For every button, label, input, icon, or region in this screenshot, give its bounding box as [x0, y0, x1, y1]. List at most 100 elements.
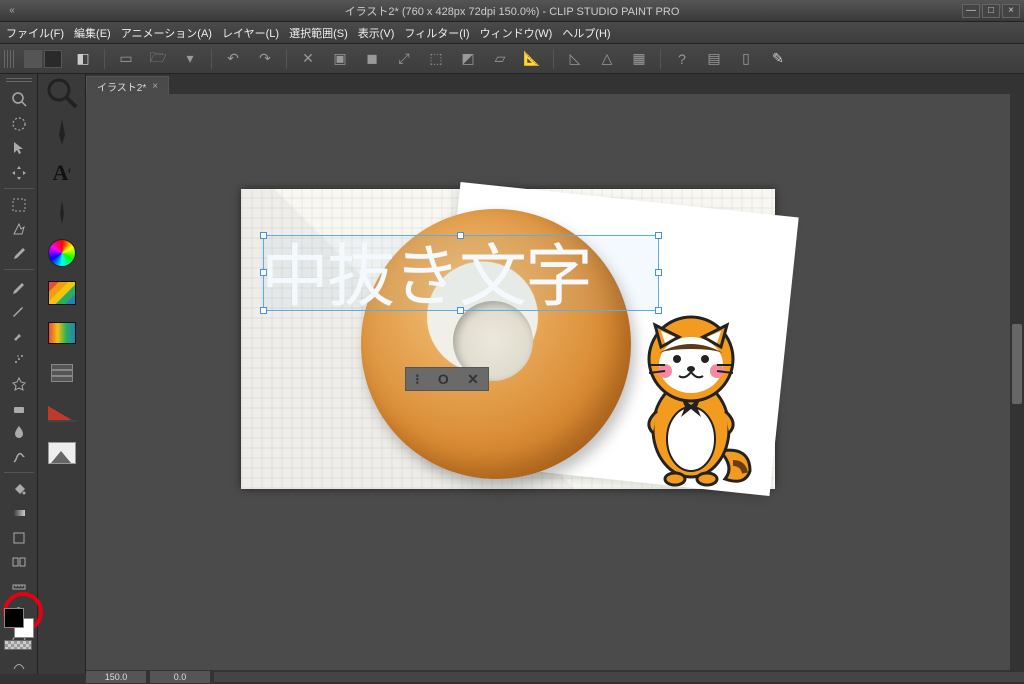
snap-special-icon[interactable]: △	[596, 48, 618, 70]
document-tab[interactable]: イラスト2* ×	[86, 76, 169, 94]
eraser-tool-icon[interactable]	[5, 399, 33, 416]
thin-pen-subtool-icon[interactable]	[45, 196, 79, 230]
new-file-icon[interactable]: ▭	[115, 48, 137, 70]
brush-tool-icon[interactable]	[5, 326, 33, 343]
resize-handle-mid-right[interactable]	[655, 269, 662, 276]
snap-ruler-icon[interactable]: ◺	[564, 48, 586, 70]
gradient-palette-icon[interactable]	[45, 316, 79, 350]
pen-tool-icon[interactable]	[5, 277, 33, 294]
text-selection-box[interactable]	[263, 235, 659, 311]
horizontal-scrollbar[interactable]	[214, 672, 1024, 682]
menu-animation[interactable]: アニメーション(A)	[121, 25, 212, 41]
save-file-icon[interactable]: ▾	[179, 48, 201, 70]
vertical-scroll-thumb[interactable]	[1012, 324, 1022, 404]
minimize-button[interactable]: —	[962, 4, 980, 18]
airbrush-tool-icon[interactable]	[5, 350, 33, 367]
resize-handle-bottom-left[interactable]	[260, 307, 267, 314]
menu-help[interactable]: ヘルプ(H)	[562, 25, 610, 41]
resize-handle-top-mid[interactable]	[457, 232, 464, 239]
menu-window[interactable]: ウィンドウ(W)	[480, 25, 553, 41]
zoom-value[interactable]: 150.0	[86, 671, 146, 683]
command-bar: ◧ ▭ 🗁 ▾ ↶ ↷ ✕ ▣ ◼ ⤢ ⬚ ◩ ▱ 📐 ◺ △ ▦ ? ▤ ▯ …	[0, 44, 1024, 74]
confirm-ok-icon[interactable]: O	[438, 371, 449, 387]
ruler-icon[interactable]: 📐	[521, 48, 543, 70]
foreground-background-swatch[interactable]	[4, 608, 34, 638]
menu-file[interactable]: ファイル(F)	[6, 25, 64, 41]
scale-icon[interactable]: ⤢	[393, 48, 415, 70]
move-tool-icon[interactable]	[5, 115, 33, 132]
menu-selection[interactable]: 選択範囲(S)	[289, 25, 348, 41]
fill-icon[interactable]: ◼	[361, 48, 383, 70]
subview-palette-icon[interactable]	[45, 436, 79, 470]
view-mode-grid-icon[interactable]	[24, 50, 42, 68]
view-mode-single-icon[interactable]	[44, 50, 62, 68]
transparent-swatch[interactable]	[4, 640, 32, 650]
commandbar-grip[interactable]	[4, 50, 14, 68]
separator	[104, 49, 105, 69]
color-swatches[interactable]	[4, 608, 36, 650]
magnifier-subtool-icon[interactable]	[45, 76, 79, 110]
canvas[interactable]: 中抜き文字 ⁝ O ✕	[241, 189, 775, 489]
angle-value[interactable]: 0.0	[150, 671, 210, 683]
color-wheel-icon[interactable]	[45, 236, 79, 270]
view-mode-switch[interactable]	[24, 50, 62, 68]
open-file-icon[interactable]: 🗁	[147, 48, 169, 70]
operation-tool-icon[interactable]	[5, 140, 33, 157]
undo-icon[interactable]: ↶	[222, 48, 244, 70]
resize-handle-mid-left[interactable]	[260, 269, 267, 276]
frame-tool-icon[interactable]	[5, 553, 33, 570]
palette-grip[interactable]	[6, 78, 32, 84]
resize-handle-top-right[interactable]	[655, 232, 662, 239]
auto-select-tool-icon[interactable]	[5, 221, 33, 238]
layers-palette-icon[interactable]	[45, 356, 79, 390]
close-button[interactable]: ×	[1002, 4, 1020, 18]
pen-subtool-icon[interactable]	[45, 116, 79, 150]
text-subtool-icon[interactable]: Aᶠ	[45, 156, 79, 190]
resize-handle-top-left[interactable]	[260, 232, 267, 239]
menu-filter[interactable]: フィルター(I)	[404, 25, 469, 41]
liquify-tool-icon[interactable]	[5, 448, 33, 465]
figure-tool-icon[interactable]	[5, 529, 33, 546]
redo-icon[interactable]: ↷	[254, 48, 276, 70]
separator	[211, 49, 212, 69]
magnifier-tool-icon[interactable]	[5, 91, 33, 108]
window-title: イラスト2* (760 x 428px 72dpi 150.0%) - CLIP…	[345, 3, 680, 19]
pencil-tool-icon[interactable]	[5, 302, 33, 319]
correct-line-tool-icon[interactable]	[5, 657, 33, 674]
decoration-tool-icon[interactable]	[5, 375, 33, 392]
text-confirm-bar[interactable]: ⁝ O ✕	[405, 367, 489, 391]
foreground-color-swatch[interactable]	[4, 608, 24, 628]
smartphone-icon[interactable]: ▯	[735, 48, 757, 70]
confirm-bar-grip-icon[interactable]: ⁝	[415, 371, 419, 388]
marquee-select-tool-icon[interactable]	[5, 196, 33, 213]
eyedropper-tool-icon[interactable]	[5, 245, 33, 262]
cut-outside-icon[interactable]: ▣	[329, 48, 351, 70]
fill-tool-icon[interactable]	[5, 480, 33, 497]
help-icon[interactable]: ?	[671, 48, 693, 70]
deselect-icon[interactable]: ⬚	[425, 48, 447, 70]
maximize-button[interactable]: □	[982, 4, 1000, 18]
feather-icon[interactable]: ✎	[767, 48, 789, 70]
menu-layer[interactable]: レイヤー(L)	[222, 25, 279, 41]
menu-edit[interactable]: 編集(E)	[74, 25, 111, 41]
invert-icon[interactable]: ◩	[457, 48, 479, 70]
brush-size-palette-icon[interactable]	[45, 396, 79, 430]
menu-view[interactable]: 表示(V)	[358, 25, 395, 41]
gradient-tool-icon[interactable]	[5, 505, 33, 522]
resize-handle-bottom-mid[interactable]	[457, 307, 464, 314]
clip-studio-icon[interactable]: ◧	[72, 48, 94, 70]
snap-grid-icon[interactable]: ▦	[628, 48, 650, 70]
titlebar-chevron-icon[interactable]: «	[4, 4, 18, 18]
delete-icon[interactable]: ✕	[297, 48, 319, 70]
assets-icon[interactable]: ▤	[703, 48, 725, 70]
document-tab-close-icon[interactable]: ×	[152, 81, 158, 92]
canvas-viewport[interactable]: 中抜き文字 ⁝ O ✕	[86, 94, 1024, 670]
separator	[286, 49, 287, 69]
confirm-cancel-icon[interactable]: ✕	[467, 371, 479, 388]
color-set-icon[interactable]	[45, 276, 79, 310]
layer-move-tool-icon[interactable]	[5, 164, 33, 181]
border-icon[interactable]: ▱	[489, 48, 511, 70]
vertical-scrollbar[interactable]	[1010, 94, 1024, 670]
ruler-tool-icon[interactable]	[5, 578, 33, 595]
blend-tool-icon[interactable]	[5, 424, 33, 441]
